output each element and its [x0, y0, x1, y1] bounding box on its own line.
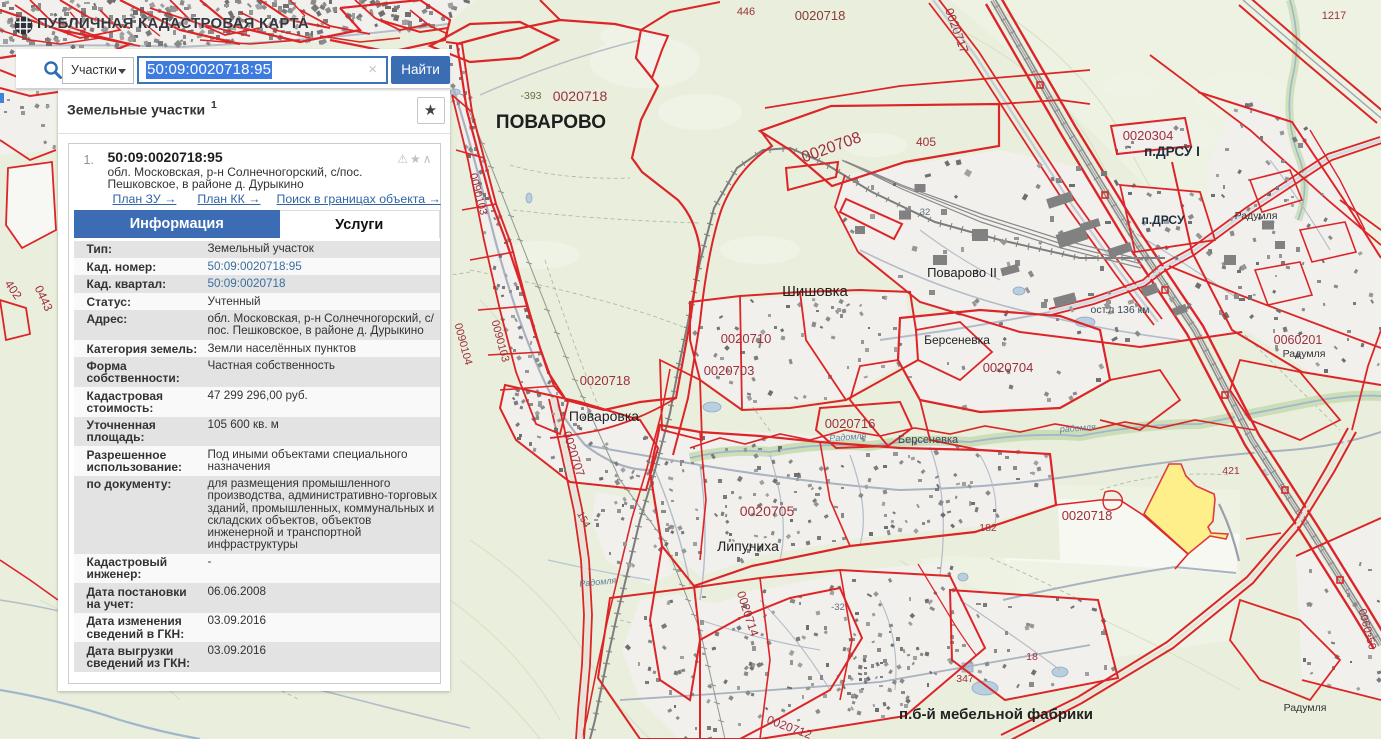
- svg-text:п.ДРСУ I: п.ДРСУ I: [1144, 144, 1200, 159]
- svg-text:-32: -32: [831, 602, 845, 613]
- svg-text:-393: -393: [520, 90, 541, 102]
- svg-text:Поваровка: Поваровка: [569, 408, 639, 424]
- svg-text:0020718: 0020718: [580, 373, 631, 388]
- svg-text:0020304: 0020304: [1123, 128, 1174, 143]
- svg-text:405: 405: [916, 135, 936, 149]
- svg-text:Радумля: Радумля: [1235, 210, 1278, 222]
- svg-text:347: 347: [956, 673, 974, 685]
- svg-text:0020718: 0020718: [553, 88, 608, 104]
- svg-text:Берсеневка: Берсеневка: [898, 434, 959, 446]
- svg-text:0020710: 0020710: [721, 331, 772, 346]
- svg-text:Радумля: Радумля: [1284, 702, 1327, 714]
- svg-text:Липуниха: Липуниха: [717, 538, 779, 554]
- svg-text:п.б-й мебельной фабрики: п.б-й мебельной фабрики: [899, 706, 1093, 723]
- svg-text:1217: 1217: [1322, 10, 1346, 22]
- svg-text:182: 182: [979, 522, 997, 534]
- svg-text:Шишовка: Шишовка: [782, 283, 848, 300]
- svg-text:421: 421: [1222, 465, 1240, 477]
- svg-text:0020703: 0020703: [704, 363, 755, 378]
- svg-text:0020718: 0020718: [1062, 508, 1113, 523]
- svg-text:п.ДРСУ: п.ДРСУ: [1142, 213, 1185, 227]
- svg-text:0020718: 0020718: [795, 8, 846, 23]
- svg-text:18: 18: [1026, 651, 1038, 663]
- svg-text:0020716: 0020716: [825, 416, 876, 431]
- svg-text:ПОВАРОВО: ПОВАРОВО: [496, 112, 606, 133]
- svg-text:0060201: 0060201: [1274, 333, 1323, 347]
- svg-text:Поварово II: Поварово II: [927, 265, 997, 280]
- svg-text:Берсеневка: Берсеневка: [924, 333, 990, 347]
- svg-text:Радумля: Радумля: [1283, 348, 1326, 360]
- svg-text:ост.л 136 км: ост.л 136 км: [1091, 304, 1150, 316]
- svg-text:32: 32: [920, 207, 931, 218]
- svg-text:446: 446: [737, 6, 755, 18]
- svg-text:0020705: 0020705: [740, 503, 795, 519]
- svg-text:0020704: 0020704: [983, 360, 1034, 375]
